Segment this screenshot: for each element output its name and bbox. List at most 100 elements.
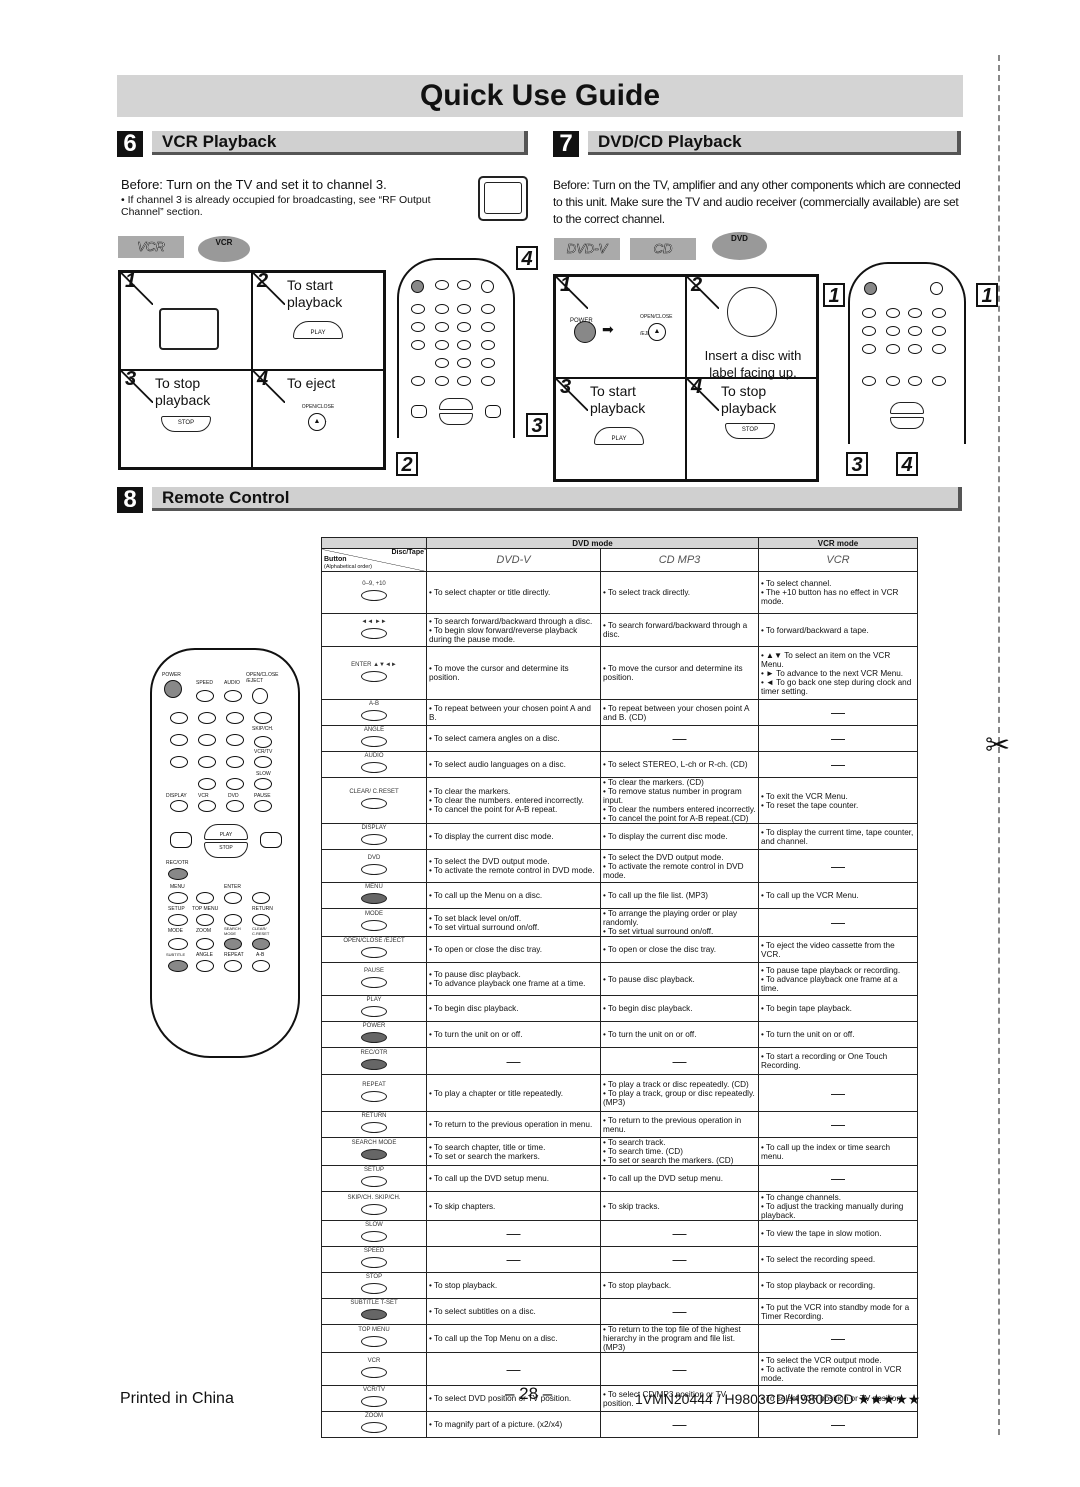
dvd-function-cell: • To call up the DVD setup menu. bbox=[426, 1165, 601, 1192]
function-text: • To set black level on/off. bbox=[429, 914, 598, 923]
button-cell: TOP MENU bbox=[321, 1324, 427, 1353]
function-description: To return to the top file of the highest… bbox=[603, 1325, 741, 1352]
dvd-function-cell: • To skip chapters. bbox=[426, 1191, 601, 1221]
not-applicable-dash: — bbox=[831, 1330, 845, 1346]
page-title: Quick Use Guide bbox=[117, 75, 963, 117]
function-description: To turn the unit on or off. bbox=[765, 1030, 855, 1039]
function-description: The +10 button has no effect in VCR mode… bbox=[761, 588, 899, 606]
bullet-icon: • bbox=[429, 796, 432, 805]
vcr-function-cell: — bbox=[758, 908, 918, 937]
bullet-icon: • bbox=[429, 625, 432, 635]
function-description: To activate the remote control in DVD mo… bbox=[603, 861, 744, 880]
button-label: SLOW bbox=[365, 1222, 383, 1228]
bullet-icon: • bbox=[603, 703, 606, 713]
function-text: • To pause tape playback or recording. bbox=[761, 966, 915, 975]
button-cell: REC/OTR bbox=[321, 1047, 427, 1075]
vcr-function-cell: • To change channels. • To adjust the track… bbox=[758, 1191, 918, 1221]
function-text: • To start a recording or One Touch Recor… bbox=[761, 1052, 915, 1070]
cd-function-cell: • To select track directly. bbox=[600, 571, 759, 614]
section-number-6: 6 bbox=[117, 131, 143, 157]
function-description: To clear the markers. bbox=[433, 787, 511, 796]
table-row: CLEAR/ C.RESET • To clear the markers. • To … bbox=[321, 777, 918, 824]
table-row: AUDIO • To select audio languages on a dis… bbox=[321, 751, 918, 778]
function-text: • To call up the DVD setup menu. bbox=[603, 1174, 756, 1183]
button-cell: CLEAR/ C.RESET bbox=[321, 777, 427, 824]
vcr-mode-badge: VCR bbox=[118, 236, 184, 258]
function-description: To activate the remote control in VCR mo… bbox=[761, 1364, 902, 1383]
table-row: POWER • To turn the unit on or off. • To tur… bbox=[321, 1021, 918, 1048]
button-cell: MENU bbox=[321, 882, 427, 909]
function-text: • To clear the markers. (CD) bbox=[603, 778, 756, 787]
remote-button-icon bbox=[361, 1309, 387, 1320]
function-description: To select the VCR output mode. bbox=[765, 1355, 882, 1365]
function-description: To search forward/backward through a dis… bbox=[603, 621, 748, 639]
section-heading-vcr: VCR Playback bbox=[152, 131, 528, 155]
function-text: • To play a track or disc repeatedly. (CD… bbox=[603, 1080, 756, 1089]
function-description: To clear the markers. (CD) bbox=[607, 778, 704, 787]
bullet-icon: • bbox=[603, 945, 606, 954]
function-description: To pause disc playback. bbox=[607, 974, 695, 984]
bullet-icon: • bbox=[429, 588, 432, 597]
remote-button-icon bbox=[361, 590, 387, 601]
function-text: • To select subtitles on a disc. bbox=[429, 1307, 598, 1316]
function-text: • To activate the remote control in VCR m… bbox=[761, 1365, 915, 1383]
function-text: • To view the tape in slow motion. bbox=[761, 1229, 915, 1238]
bullet-icon: • bbox=[429, 832, 432, 841]
vcr-function-cell: • To select the recording speed. bbox=[758, 1246, 918, 1273]
cd-function-cell: • To pause disc playback. bbox=[600, 962, 759, 996]
cd-function-cell: • To select the DVD output mode. • To activ… bbox=[600, 849, 759, 883]
cassette-icon bbox=[159, 308, 219, 350]
bullet-icon: • bbox=[761, 800, 764, 810]
vcr-function-cell: • To display the current time, tape count… bbox=[758, 823, 918, 850]
remote-button-icon bbox=[361, 920, 387, 931]
remote-button-icon bbox=[361, 947, 387, 958]
table-row: SPEED — — • To select the recording speed. bbox=[321, 1246, 918, 1273]
remote-button-icon bbox=[361, 798, 387, 809]
function-description: To set black level on/off. bbox=[433, 913, 522, 923]
function-text: • To display the current time, tape count… bbox=[761, 828, 915, 846]
arrow-right-icon: ➡ bbox=[602, 321, 614, 337]
cd-function-cell: • To move the cursor and determine its po… bbox=[600, 646, 759, 700]
bullet-icon: • bbox=[603, 1201, 606, 1211]
bullet-icon: • bbox=[429, 787, 432, 796]
dvd-function-cell: — bbox=[426, 1220, 601, 1247]
bullet-icon: • bbox=[761, 1255, 764, 1264]
button-label: ENTER ▲▼◄► bbox=[351, 661, 397, 668]
function-text: • To clear the numbers. entered incorrect… bbox=[429, 796, 598, 805]
vcr-function-cell: — bbox=[758, 1111, 918, 1138]
remote-button-icon bbox=[361, 834, 387, 845]
bullet-icon: • bbox=[761, 650, 764, 660]
button-cell: A-B bbox=[321, 699, 427, 726]
bullet-icon: • bbox=[429, 1394, 432, 1403]
eject-button-icon: ▲ bbox=[648, 323, 666, 341]
dvd-function-cell: • To select chapter or title directly. bbox=[426, 571, 601, 614]
table-row: SLOW — — • To view the tape in slow motion. bbox=[321, 1220, 918, 1247]
dvd-function-cell: • To search chapter, title or time. • To se… bbox=[426, 1137, 601, 1166]
function-description: To set virtual surround on/off. bbox=[433, 922, 540, 932]
bullet-icon: • bbox=[429, 1151, 432, 1161]
dvd-function-cell: — bbox=[426, 1246, 601, 1273]
bullet-icon: • bbox=[603, 974, 606, 984]
function-text: • To set or search the markers. (CD) bbox=[603, 1156, 756, 1165]
bullet-icon: • bbox=[761, 1364, 764, 1374]
table-row: ANGLE • To select camera angles on a disc.… bbox=[321, 725, 918, 752]
button-label: OPEN/CLOSE /EJECT bbox=[343, 938, 405, 944]
dvd-function-cell: • To turn the unit on or off. bbox=[426, 1021, 601, 1048]
dvd-step-2: 2 Insert a disc with label facing up. bbox=[686, 275, 817, 380]
function-text: • ▲▼ To select an item on the VCR Menu. bbox=[761, 651, 915, 669]
cd-function-cell: — bbox=[600, 1220, 759, 1247]
cd-function-cell: • To play a track or disc repeatedly. (CD… bbox=[600, 1074, 759, 1112]
function-description: To select track directly. bbox=[607, 588, 691, 597]
bullet-icon: • bbox=[429, 1004, 432, 1013]
function-description: To select audio languages on a disc. bbox=[433, 760, 566, 769]
button-cell: POWER bbox=[321, 1021, 427, 1048]
function-description: To search track. bbox=[607, 1138, 666, 1147]
callout-3: 3 bbox=[846, 452, 868, 476]
button-label: DVD bbox=[367, 854, 381, 861]
function-description: To search chapter, title or time. bbox=[433, 1142, 546, 1152]
section-heading-remote: Remote Control bbox=[152, 487, 962, 511]
dvd-function-cell: • To begin disc playback. bbox=[426, 995, 601, 1022]
bullet-icon: • bbox=[603, 787, 606, 796]
function-description: To play a track or disc repeatedly. (CD) bbox=[607, 1079, 749, 1089]
function-text: • To cancel the point for A-B repeat. bbox=[429, 805, 598, 814]
